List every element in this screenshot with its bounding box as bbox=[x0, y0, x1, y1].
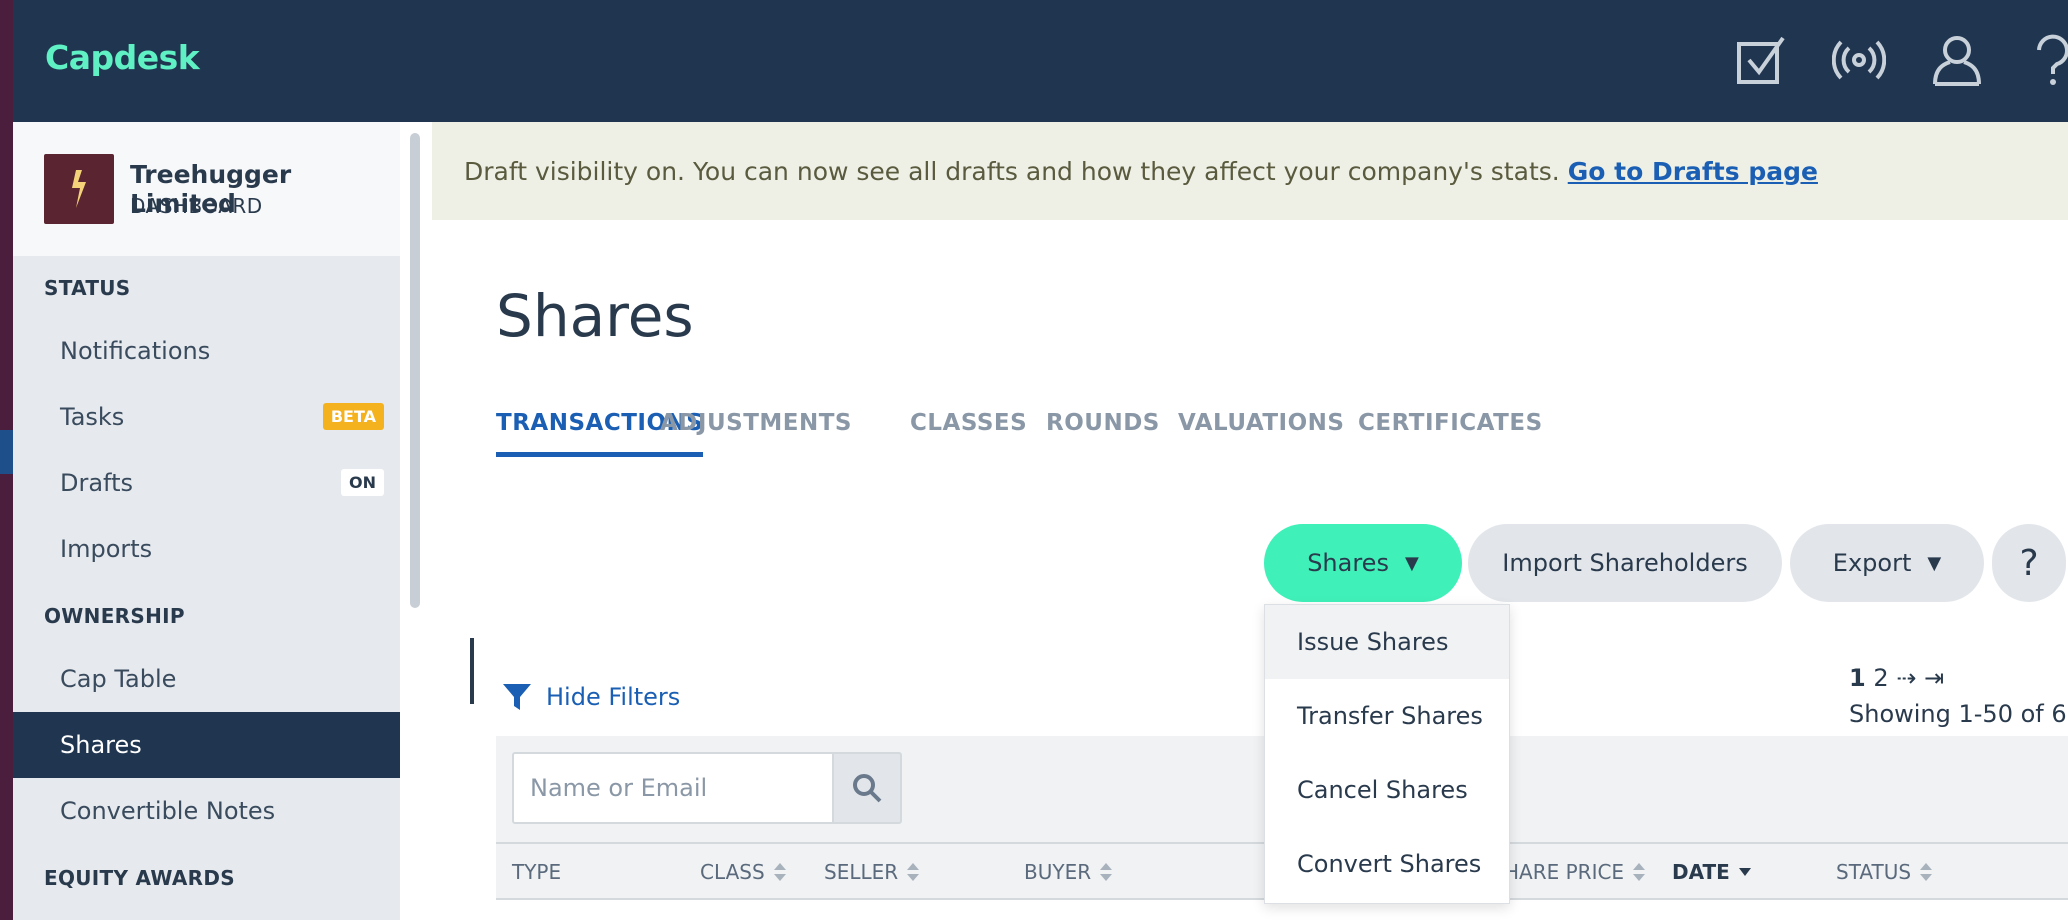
company-logo bbox=[44, 154, 114, 224]
sidebar-item-label: Cap Table bbox=[60, 665, 177, 693]
column-header-seller[interactable]: SELLER bbox=[824, 860, 920, 884]
section-heading-equity-awards: EQUITY AWARDS bbox=[44, 866, 235, 890]
sidebar-item-label: Imports bbox=[60, 535, 153, 563]
column-header-label: HARE PRICE bbox=[1504, 860, 1625, 884]
drafts-banner: Draft visibility on. You can now see all… bbox=[432, 122, 2068, 220]
sidebar-item-imports[interactable]: Imports bbox=[13, 516, 400, 582]
section-heading-status: STATUS bbox=[44, 276, 131, 300]
page-title: Shares bbox=[496, 282, 694, 350]
sort-icon bbox=[1633, 863, 1646, 881]
go-to-drafts-link[interactable]: Go to Drafts page bbox=[1568, 157, 1818, 186]
company-switcher[interactable]: Treehugger Limited DASHBOARD bbox=[13, 122, 400, 256]
tab-rounds[interactable]: ROUNDS bbox=[1046, 410, 1160, 436]
sidebar-item-label: Tasks bbox=[60, 403, 125, 431]
export-button-label: Export bbox=[1832, 549, 1912, 577]
column-header-label: CLASS bbox=[700, 860, 765, 884]
last-page-icon[interactable]: ⇥ bbox=[1924, 664, 1944, 692]
sort-icon bbox=[907, 863, 920, 881]
search-button[interactable] bbox=[832, 752, 902, 824]
menu-item-convert-shares[interactable]: Convert Shares bbox=[1265, 827, 1509, 901]
main-content: Draft visibility on. You can now see all… bbox=[432, 122, 2068, 920]
user-icon[interactable] bbox=[1929, 32, 1985, 88]
sidebar-scrollbar[interactable] bbox=[410, 133, 420, 608]
sort-icon bbox=[773, 863, 786, 881]
import-shareholders-button[interactable]: Import Shareholders bbox=[1468, 524, 1782, 602]
sidebar: Treehugger Limited DASHBOARD STATUS Noti… bbox=[13, 122, 400, 920]
tab-certificates[interactable]: CERTIFICATES bbox=[1358, 410, 1543, 436]
lightning-icon bbox=[72, 170, 86, 208]
search-icon bbox=[853, 774, 882, 803]
menu-item-issue-shares[interactable]: Issue Shares bbox=[1265, 605, 1509, 679]
sort-icon bbox=[1100, 863, 1113, 881]
column-header-share-price[interactable]: HARE PRICE bbox=[1504, 860, 1646, 884]
sort-icon bbox=[1920, 863, 1933, 881]
desktop-window-edge bbox=[0, 430, 13, 474]
drafts-on-badge[interactable]: ON bbox=[341, 469, 384, 496]
sidebar-item-convertible-notes[interactable]: Convertible Notes bbox=[13, 778, 400, 844]
menu-item-transfer-shares[interactable]: Transfer Shares bbox=[1265, 679, 1509, 753]
tab-classes[interactable]: CLASSES bbox=[910, 410, 1027, 436]
sidebar-item-label: Shares bbox=[60, 731, 142, 759]
column-header-label: TYPE bbox=[512, 860, 562, 884]
page-1-link[interactable]: 1 bbox=[1849, 664, 1866, 692]
export-dropdown-button[interactable]: Export ▼ bbox=[1790, 524, 1984, 602]
hide-filters-toggle[interactable]: Hide Filters bbox=[502, 682, 680, 712]
section-divider bbox=[470, 638, 474, 704]
capdesk-logo[interactable]: Capdesk bbox=[45, 38, 200, 77]
column-header-label: STATUS bbox=[1836, 860, 1912, 884]
results-count: Showing 1-50 of 67 bbox=[1849, 700, 2068, 728]
help-button-label: ? bbox=[2019, 542, 2039, 584]
sort-desc-icon bbox=[1738, 868, 1751, 876]
column-header-status[interactable]: STATUS bbox=[1836, 860, 1933, 884]
sidebar-item-shares[interactable]: Shares bbox=[13, 712, 400, 778]
help-button[interactable]: ? bbox=[1992, 524, 2066, 602]
caret-down-icon: ▼ bbox=[1927, 552, 1942, 574]
column-header-type[interactable]: TYPE bbox=[512, 860, 561, 884]
shares-dropdown-button[interactable]: Shares ▼ bbox=[1264, 524, 1462, 602]
column-header-label: DATE bbox=[1672, 860, 1730, 884]
filter-icon bbox=[503, 684, 531, 710]
company-subtitle: DASHBOARD bbox=[130, 194, 263, 218]
sidebar-item-label: Convertible Notes bbox=[60, 797, 276, 825]
next-page-icon[interactable]: ⇢ bbox=[1896, 664, 1916, 692]
column-header-class[interactable]: CLASS bbox=[700, 860, 787, 884]
tasks-check-icon[interactable] bbox=[1733, 32, 1789, 88]
menu-item-cancel-shares[interactable]: Cancel Shares bbox=[1265, 753, 1509, 827]
page-2-link[interactable]: 2 bbox=[1873, 664, 1888, 692]
tab-adjustments[interactable]: ADJUSTMENTS bbox=[660, 410, 852, 436]
banner-text: Draft visibility on. You can now see all… bbox=[464, 156, 1560, 186]
top-bar: Capdesk bbox=[13, 0, 2068, 122]
section-heading-ownership: OWNERSHIP bbox=[44, 604, 185, 628]
desktop-background bbox=[0, 0, 13, 920]
shares-dropdown-menu: Issue Shares Transfer Shares Cancel Shar… bbox=[1264, 604, 1510, 904]
column-header-date[interactable]: DATE bbox=[1672, 860, 1752, 884]
import-button-label: Import Shareholders bbox=[1502, 549, 1748, 577]
broadcast-icon[interactable] bbox=[1831, 32, 1887, 88]
hide-filters-label: Hide Filters bbox=[546, 683, 681, 711]
sidebar-item-cap-table[interactable]: Cap Table bbox=[13, 646, 400, 712]
pagination: 1 2 ⇢ ⇥ bbox=[1849, 664, 1944, 692]
column-header-buyer[interactable]: BUYER bbox=[1024, 860, 1113, 884]
sidebar-item-label: Drafts bbox=[60, 469, 133, 497]
sidebar-item-label: Notifications bbox=[60, 337, 211, 365]
help-icon[interactable] bbox=[2033, 32, 2068, 88]
beta-badge: BETA bbox=[322, 403, 384, 430]
caret-down-icon: ▼ bbox=[1404, 552, 1419, 574]
app-window: Capdesk Treehugger Limited DASHBOARD STA… bbox=[13, 0, 2068, 920]
shares-button-label: Shares bbox=[1307, 549, 1389, 577]
sidebar-item-drafts[interactable]: Drafts ON bbox=[13, 450, 400, 516]
column-header-label: SELLER bbox=[824, 860, 899, 884]
search-input[interactable] bbox=[512, 752, 834, 824]
column-header-label: BUYER bbox=[1024, 860, 1092, 884]
sidebar-item-tasks[interactable]: Tasks BETA bbox=[13, 384, 400, 450]
tab-valuations[interactable]: VALUATIONS bbox=[1178, 410, 1344, 436]
sidebar-item-notifications[interactable]: Notifications bbox=[13, 318, 400, 384]
